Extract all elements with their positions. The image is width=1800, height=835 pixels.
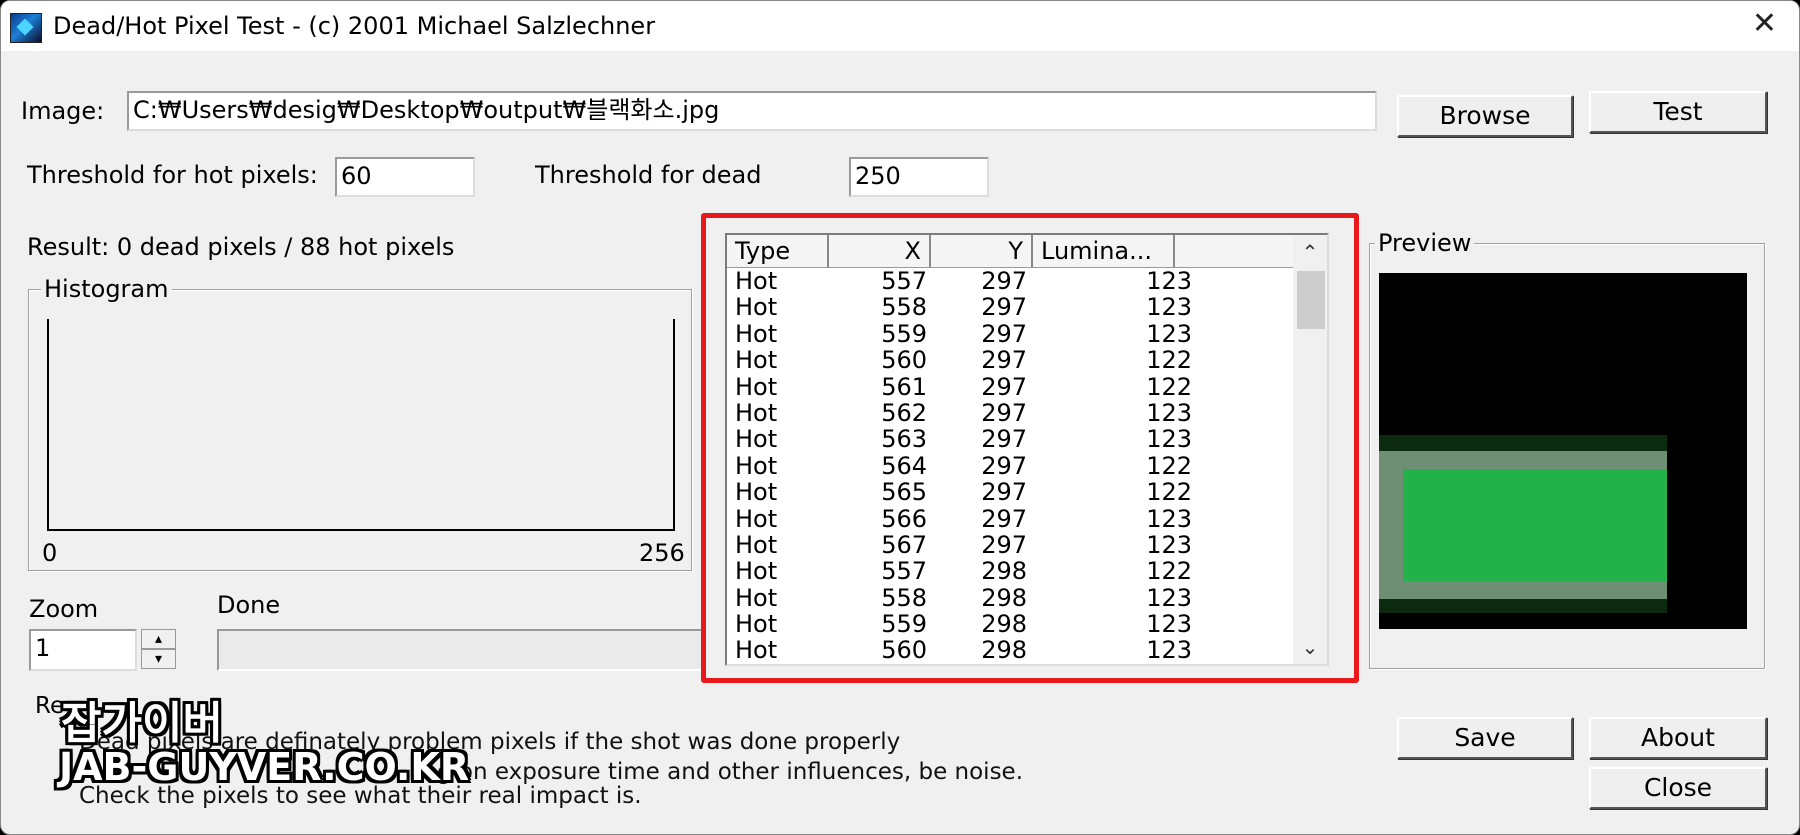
preview-green-region [1403, 469, 1667, 581]
about-button[interactable]: About [1589, 717, 1767, 759]
title-bar: Dead/Hot Pixel Test - (c) 2001 Michael S… [1, 1, 1799, 51]
highlight-frame [701, 213, 1359, 683]
hot-threshold-label: Threshold for hot pixels: [27, 161, 318, 189]
zoom-up-icon[interactable]: ▴ [141, 629, 176, 649]
hot-threshold-input[interactable]: 60 [335, 157, 475, 197]
dead-threshold-label: Threshold for dead [535, 161, 762, 189]
histogram-max-label: 256 [639, 539, 685, 567]
zoom-stepper[interactable]: ▴ ▾ [141, 629, 178, 671]
status-label: Done [217, 591, 281, 619]
image-path-field[interactable]: C:₩Users₩desig₩Desktop₩output₩블랙화소.jpg [127, 91, 1377, 131]
result-text: Result: 0 dead pixels / 88 hot pixels [27, 233, 455, 261]
histogram-plot [47, 319, 675, 531]
progress-bar [217, 629, 703, 671]
app-window: Dead/Hot Pixel Test - (c) 2001 Michael S… [0, 0, 1800, 835]
preview-image [1379, 273, 1747, 629]
histogram-min-label: 0 [42, 539, 58, 567]
window-title: Dead/Hot Pixel Test - (c) 2001 Michael S… [53, 12, 656, 40]
close-button[interactable]: Close [1589, 767, 1767, 809]
test-button[interactable]: Test [1589, 91, 1767, 133]
zoom-down-icon[interactable]: ▾ [141, 649, 176, 669]
zoom-input[interactable]: 1 [29, 629, 137, 671]
zoom-label: Zoom [29, 595, 99, 623]
dead-threshold-input[interactable]: 250 [849, 157, 989, 197]
remark-line-2: g on exposure time and other influences,… [437, 759, 1024, 785]
browse-button[interactable]: Browse [1397, 95, 1573, 137]
save-button[interactable]: Save [1397, 717, 1573, 759]
image-label: Image: [21, 97, 105, 125]
remarks-label: Re [35, 693, 65, 719]
preview-title: Preview [1375, 229, 1475, 257]
window-close-icon[interactable]: ✕ [1752, 9, 1777, 39]
histogram-title: Histogram [41, 275, 172, 303]
watermark-korean: 잡가이버 [61, 698, 223, 749]
app-icon [10, 13, 42, 43]
watermark-site: JAB-GUYVER.CO.KR [59, 745, 470, 789]
